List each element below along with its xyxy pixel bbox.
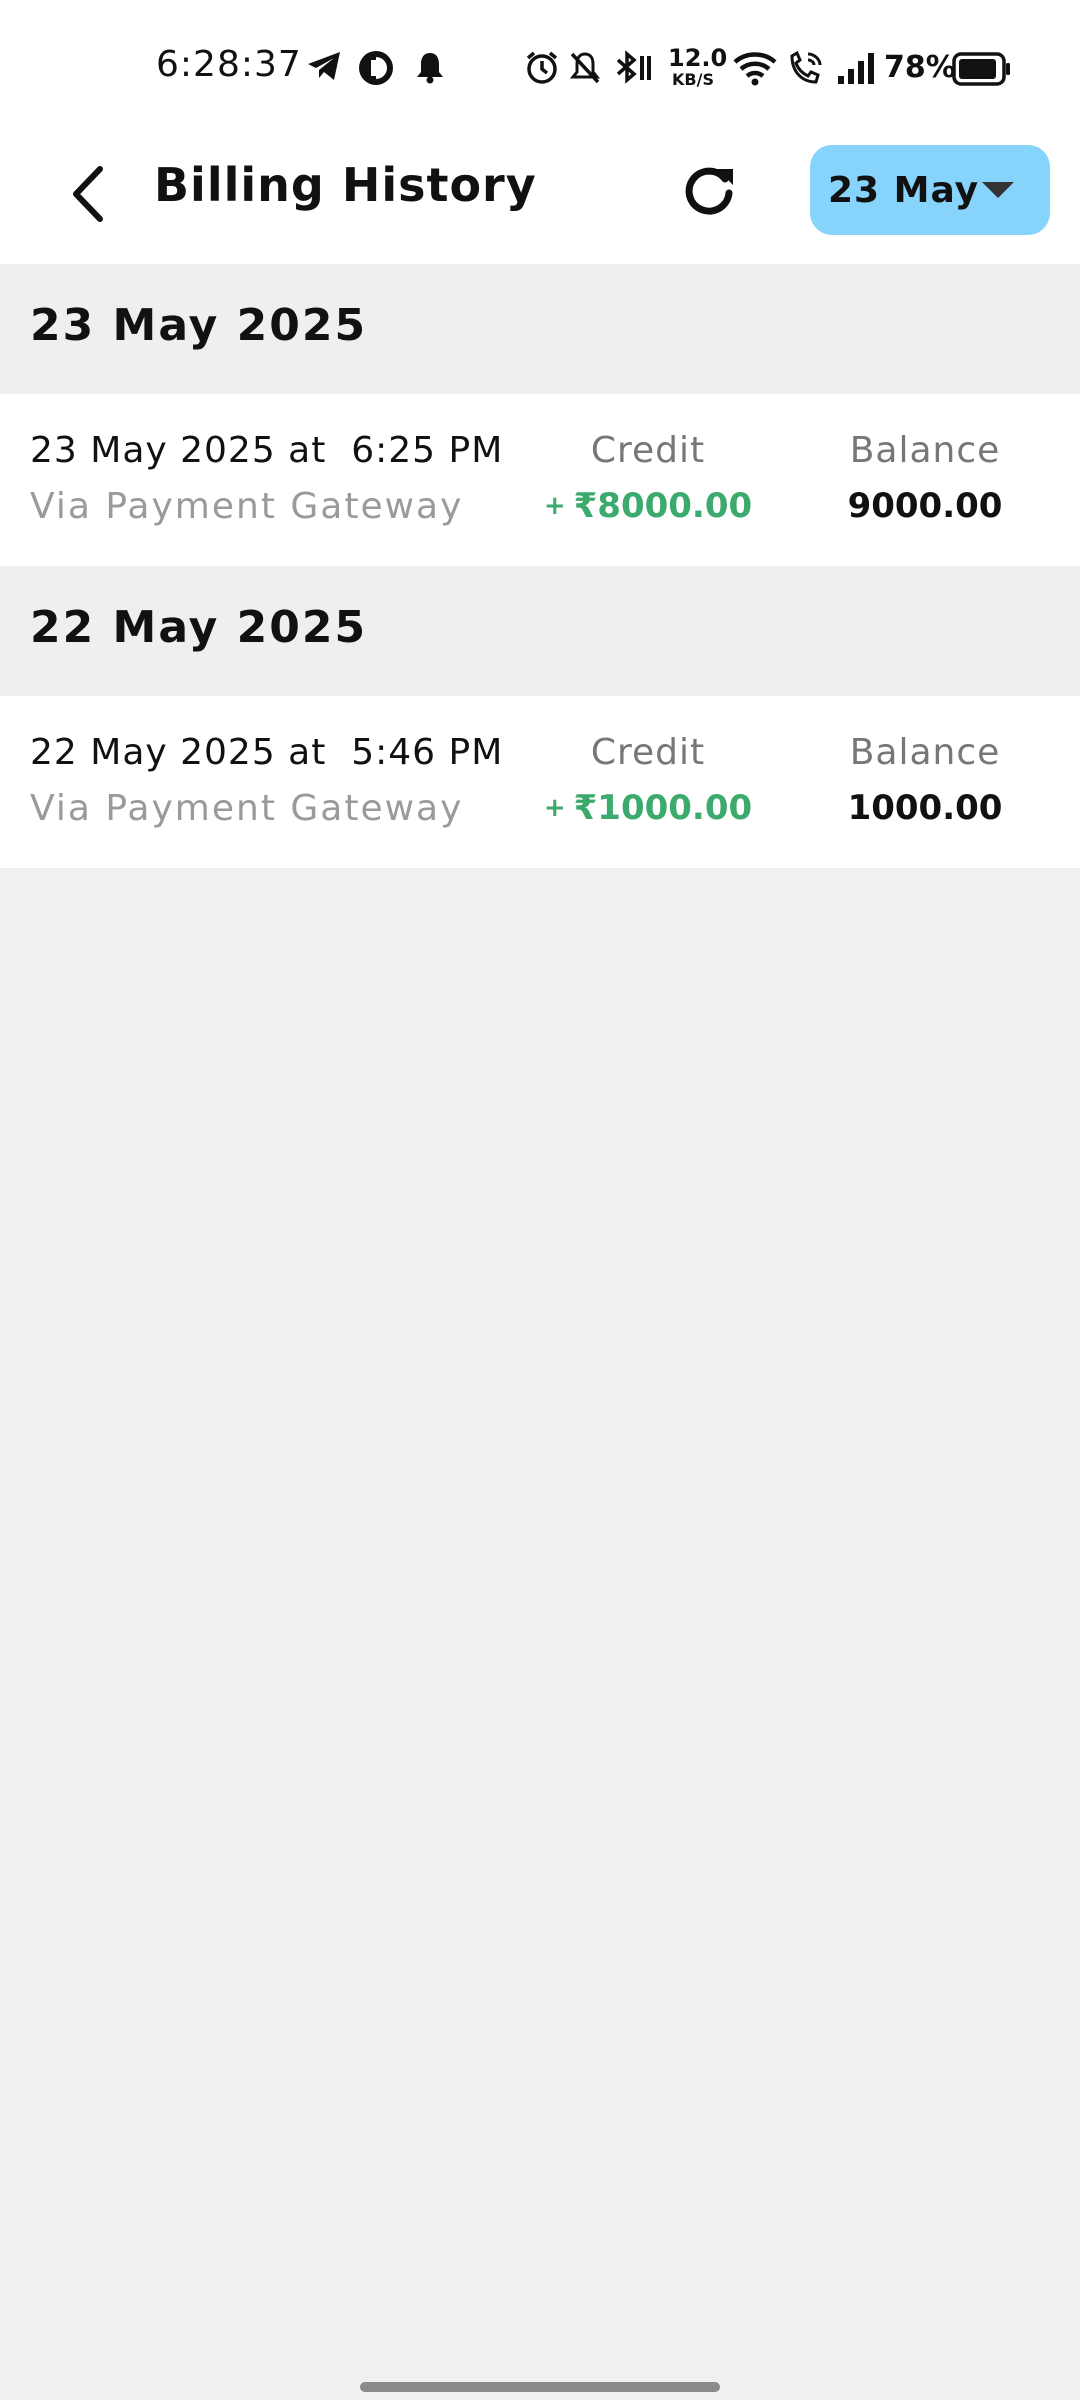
home-indicator[interactable]: [360, 2382, 720, 2392]
status-time: 6:28:37: [156, 44, 302, 85]
mute-icon: [568, 50, 602, 86]
credit-amount: + ₹8000.00: [528, 486, 768, 526]
signal-icon: [836, 50, 878, 86]
date-filter-dropdown[interactable]: 23 May: [810, 145, 1050, 235]
bell-icon: [414, 50, 446, 84]
transaction-method: Via Payment Gateway: [30, 788, 464, 829]
transaction-datetime: 22 May 2025 at 5:46 PM: [30, 732, 504, 773]
status-bar: 6:28:37 12.0 KB/S 78%: [0, 0, 1080, 130]
credit-value: ₹1000.00: [573, 788, 753, 828]
app-header: Billing History 23 May: [0, 130, 1080, 264]
balance-label: Balance: [849, 430, 1001, 471]
date-group-header: 23 May 2025: [0, 264, 1080, 394]
bluetooth-icon: [614, 50, 654, 86]
balance-value: 9000.00: [847, 486, 1003, 526]
caret-down-icon: [982, 182, 1014, 198]
refresh-icon: [681, 163, 737, 223]
back-arrow-icon: [66, 165, 110, 227]
wifi-calling-icon: [786, 50, 826, 86]
page-title: Billing History: [154, 158, 537, 212]
date-filter-label: 23 May: [828, 169, 980, 211]
transaction-datetime: 23 May 2025 at 6:25 PM: [30, 430, 504, 471]
battery-icon: [952, 52, 1012, 86]
app-notification-icon: [358, 50, 394, 86]
wifi-icon: [732, 50, 778, 86]
transaction-row[interactable]: 23 May 2025 at 6:25 PM Via Payment Gatew…: [0, 394, 1080, 566]
telegram-icon: [306, 50, 342, 82]
refresh-button[interactable]: [672, 156, 746, 230]
credit-value: ₹8000.00: [573, 486, 753, 526]
transaction-row[interactable]: 22 May 2025 at 5:46 PM Via Payment Gatew…: [0, 696, 1080, 868]
credit-amount: + ₹1000.00: [528, 788, 768, 828]
balance-value: 1000.00: [847, 788, 1003, 828]
balance-label: Balance: [849, 732, 1001, 773]
battery-percent: 78%: [884, 50, 956, 85]
credit-sign: +: [543, 793, 566, 823]
back-button[interactable]: [52, 160, 124, 232]
alarm-icon: [524, 50, 560, 86]
date-group-header: 22 May 2025: [0, 566, 1080, 696]
date-group-label: 22 May 2025: [30, 602, 368, 653]
date-group-label: 23 May 2025: [30, 300, 368, 351]
credit-label: Credit: [590, 430, 706, 471]
transaction-method: Via Payment Gateway: [30, 486, 464, 527]
credit-label: Credit: [590, 732, 706, 773]
credit-sign: +: [543, 491, 566, 521]
network-speed: 12.0 KB/S: [668, 44, 728, 89]
